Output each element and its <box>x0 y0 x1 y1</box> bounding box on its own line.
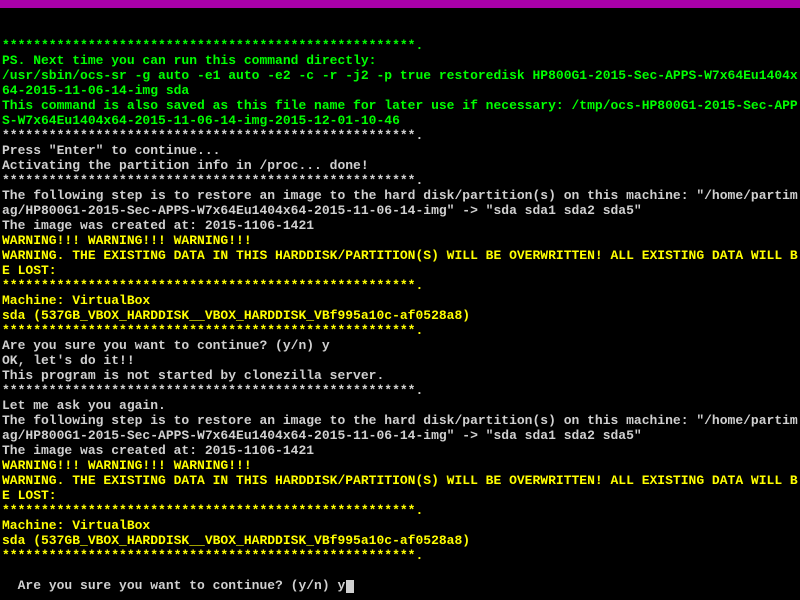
terminal-line: ****************************************… <box>2 278 798 293</box>
terminal-line: The following step is to restore an imag… <box>2 413 798 443</box>
terminal-line: ****************************************… <box>2 323 798 338</box>
confirm-prompt: Are you sure you want to continue? (y/n)… <box>18 578 355 593</box>
terminal-line: The following step is to restore an imag… <box>2 188 798 218</box>
terminal-output[interactable]: ****************************************… <box>0 8 800 593</box>
terminal-line: The image was created at: 2015-1106-1421 <box>2 218 798 233</box>
terminal-line: WARNING!!! WARNING!!! WARNING!!! <box>2 233 798 248</box>
terminal-line: Machine: VirtualBox <box>2 518 798 533</box>
terminal-line: This command is also saved as this file … <box>2 98 798 128</box>
terminal-line: ****************************************… <box>2 128 798 143</box>
prompt-input: y <box>337 578 345 593</box>
terminal-line: Are you sure you want to continue? (y/n)… <box>2 338 798 353</box>
terminal-line: Press "Enter" to continue... <box>2 143 798 158</box>
terminal-line: The image was created at: 2015-1106-1421 <box>2 443 798 458</box>
terminal-line: WARNING. THE EXISTING DATA IN THIS HARDD… <box>2 473 798 503</box>
terminal-line: Activating the partition info in /proc..… <box>2 158 798 173</box>
terminal-line: WARNING. THE EXISTING DATA IN THIS HARDD… <box>2 248 798 278</box>
terminal-line: OK, let's do it!! <box>2 353 798 368</box>
terminal-line: Machine: VirtualBox <box>2 293 798 308</box>
terminal-line: ****************************************… <box>2 503 798 518</box>
terminal-line: This program is not started by clonezill… <box>2 368 798 383</box>
terminal-line: ****************************************… <box>2 173 798 188</box>
terminal-line: sda (537GB_VBOX_HARDDISK__VBOX_HARDDISK_… <box>2 308 798 323</box>
terminal-line: ****************************************… <box>2 383 798 398</box>
cursor-icon <box>346 580 354 593</box>
window-titlebar <box>0 0 800 8</box>
terminal-line: sda (537GB_VBOX_HARDDISK__VBOX_HARDDISK_… <box>2 533 798 548</box>
terminal-line: ****************************************… <box>2 38 798 53</box>
terminal-line: Let me ask you again. <box>2 398 798 413</box>
terminal-line: WARNING!!! WARNING!!! WARNING!!! <box>2 458 798 473</box>
terminal-line: ****************************************… <box>2 548 798 563</box>
prompt-text: Are you sure you want to continue? (y/n) <box>18 578 338 593</box>
terminal-line: PS. Next time you can run this command d… <box>2 53 798 68</box>
terminal-line: /usr/sbin/ocs-sr -g auto -e1 auto -e2 -c… <box>2 68 798 98</box>
